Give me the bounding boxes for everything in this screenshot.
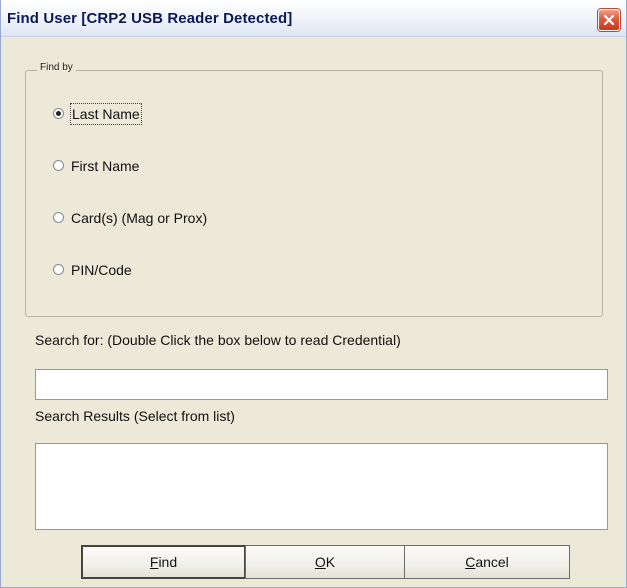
- radio-button[interactable]: [53, 160, 64, 171]
- search-results-list[interactable]: [35, 443, 608, 530]
- window-title: Find User [CRP2 USB Reader Detected]: [7, 10, 293, 27]
- radio-label: First Name: [71, 158, 140, 174]
- title-bar[interactable]: Find User [CRP2 USB Reader Detected]: [1, 0, 626, 37]
- radio-label: PIN/Code: [71, 262, 132, 278]
- close-icon: [603, 14, 615, 26]
- radio-button[interactable]: [53, 108, 64, 119]
- ok-mnemonic: O: [314, 554, 326, 570]
- find-by-label: Find by: [37, 62, 76, 73]
- radio-label: Card(s) (Mag or Prox): [71, 210, 208, 226]
- search-results-label: Search Results (Select from list): [35, 408, 235, 424]
- ok-button[interactable]: OK: [245, 545, 405, 579]
- find-user-dialog: Find User [CRP2 USB Reader Detected] Fin…: [0, 0, 627, 588]
- radio-selected-dot: [56, 111, 61, 116]
- search-input[interactable]: [35, 369, 608, 400]
- find-mnemonic: F: [149, 554, 159, 570]
- cancel-button[interactable]: Cancel: [404, 545, 570, 579]
- cancel-mnemonic: C: [465, 554, 476, 570]
- find-label: ind: [158, 554, 178, 570]
- radio-button[interactable]: [53, 212, 64, 223]
- radio-button[interactable]: [53, 264, 64, 275]
- radio-label: Last Name: [70, 103, 142, 125]
- cancel-label: ancel: [475, 554, 509, 570]
- search-for-label: Search for: (Double Click the box below …: [35, 332, 401, 348]
- find-button[interactable]: Find: [81, 545, 246, 579]
- close-button[interactable]: [598, 9, 620, 31]
- ok-label: K: [325, 554, 336, 570]
